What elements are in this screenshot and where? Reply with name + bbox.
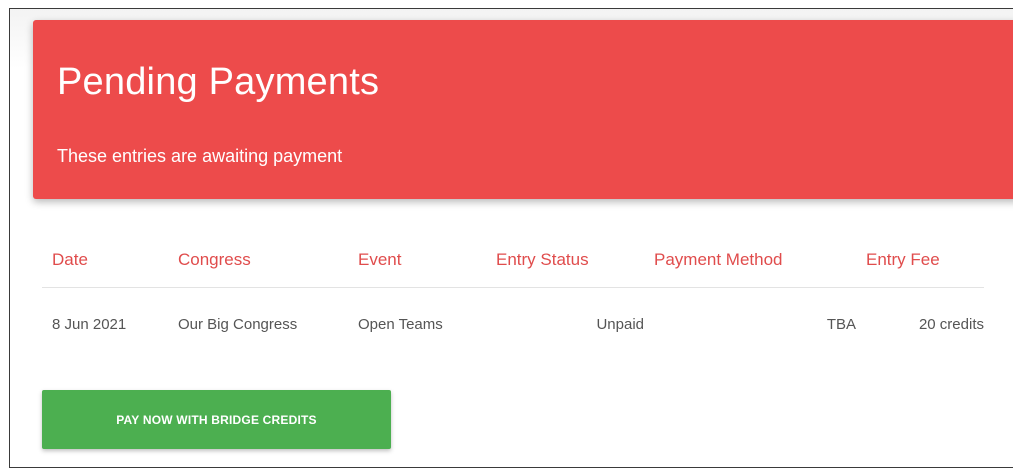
column-header-date: Date (42, 233, 168, 288)
page-subtitle: These entries are awaiting payment (57, 146, 343, 166)
page-frame: Pending Payments These entries are await… (9, 8, 1013, 468)
table-header-row: Date Congress Event Entry Status Payment… (42, 233, 984, 288)
page-title: Pending Payments (57, 61, 380, 103)
column-header-entry-fee: Entry Fee (856, 233, 984, 288)
cell-payment-method: TBA (826, 315, 856, 333)
column-header-entry-status: Entry Status (486, 233, 644, 288)
cell-entry-status: Unpaid (596, 315, 644, 333)
pending-payments-header: Pending Payments These entries are await… (33, 20, 1013, 199)
column-header-payment-method: Payment Method (644, 233, 856, 288)
pending-payments-table: Date Congress Event Entry Status Payment… (42, 233, 984, 360)
event-link[interactable]: Open Teams (348, 288, 486, 361)
cell-entry-fee: 20 credits (918, 315, 984, 333)
congress-link[interactable]: Our Big Congress (168, 288, 348, 361)
table-row: 8 Jun 2021 Our Big Congress Open Teams U… (42, 288, 984, 361)
column-header-congress: Congress (168, 233, 348, 288)
column-header-event: Event (348, 233, 486, 288)
cell-date: 8 Jun 2021 (52, 315, 127, 333)
pay-now-button[interactable]: PAY NOW WITH BRIDGE CREDITS (42, 390, 391, 449)
